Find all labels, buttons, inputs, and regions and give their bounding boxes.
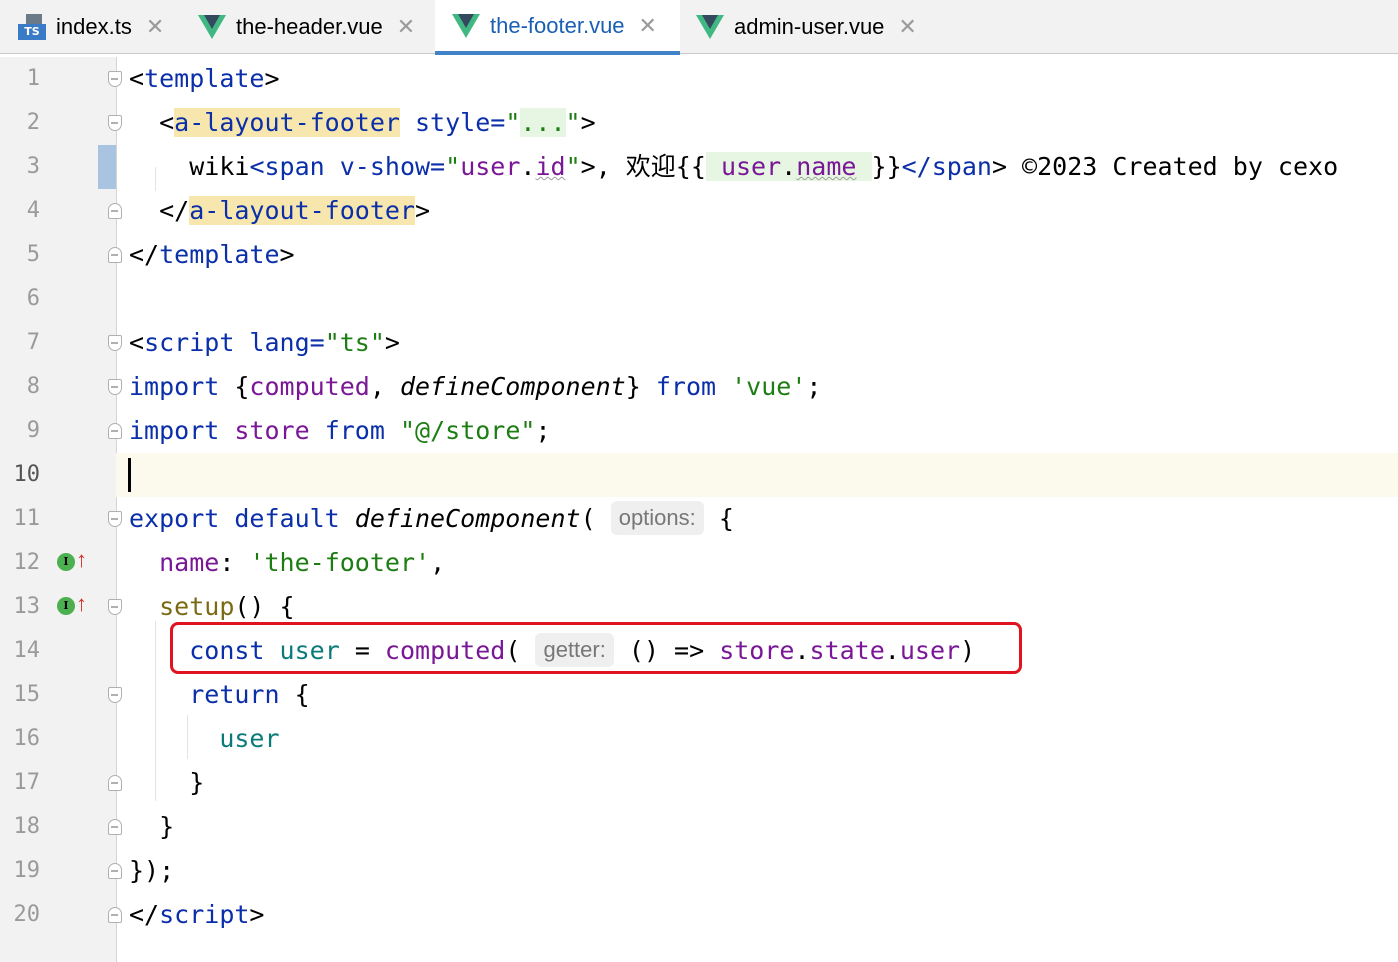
editor-tab-bar: TS index.ts ✕ the-header.vue ✕ the-foote… bbox=[0, 0, 1398, 55]
vue-file-icon bbox=[452, 13, 480, 38]
line-number: 20 bbox=[13, 902, 41, 927]
line-number: 15 bbox=[13, 682, 41, 707]
code-line-4: 4 </a-layout-footer> bbox=[0, 189, 1398, 233]
code-line-8: 8 import {computed, defineComponent} fro… bbox=[0, 365, 1398, 409]
code-editor[interactable]: 1 <template> 2 <a-layout-footer style=".… bbox=[0, 57, 1398, 962]
fold-marker-icon[interactable] bbox=[108, 907, 122, 923]
folded-attribute[interactable]: ... bbox=[520, 108, 566, 137]
code-line-20: 20 </script> bbox=[0, 893, 1398, 937]
code-line-3: 3 wiki<span v-show="user.id">, 欢迎{{ user… bbox=[0, 145, 1398, 189]
parameter-hint: options: bbox=[610, 501, 704, 535]
code-line-5: 5 </template> bbox=[0, 233, 1398, 277]
line-number: 16 bbox=[13, 726, 41, 751]
fold-marker-icon[interactable] bbox=[108, 775, 122, 791]
vue-file-icon bbox=[696, 15, 724, 39]
line-number: 9 bbox=[26, 418, 40, 443]
line-number: 7 bbox=[26, 330, 40, 355]
code-line-11: 11 export default defineComponent( optio… bbox=[0, 497, 1398, 541]
tab-index-ts[interactable]: TS index.ts ✕ bbox=[18, 0, 164, 54]
tab-the-footer-vue[interactable]: the-footer.vue ✕ bbox=[435, 0, 680, 55]
line-number: 12 bbox=[13, 550, 41, 575]
code-line-17: 17 } bbox=[0, 761, 1398, 805]
code-line-2: 2 <a-layout-footer style="..."> bbox=[0, 101, 1398, 145]
line-number: 13 bbox=[13, 594, 41, 619]
fold-marker-icon[interactable] bbox=[108, 687, 122, 703]
fold-marker-icon[interactable] bbox=[108, 863, 122, 879]
typescript-file-icon: TS bbox=[18, 12, 46, 42]
fold-marker-icon[interactable] bbox=[108, 115, 122, 131]
implements-icon[interactable]: I bbox=[57, 597, 75, 615]
code-line-16: 16 user bbox=[0, 717, 1398, 761]
line-number: 8 bbox=[26, 374, 40, 399]
vcs-change-marker[interactable] bbox=[98, 145, 116, 189]
vue-file-icon bbox=[198, 15, 226, 39]
fold-marker-icon[interactable] bbox=[108, 71, 122, 87]
line-number: 14 bbox=[13, 638, 41, 663]
line-number: 2 bbox=[26, 110, 40, 135]
close-icon[interactable]: ✕ bbox=[639, 13, 657, 39]
tab-label: the-header.vue bbox=[236, 14, 383, 39]
fold-marker-icon[interactable] bbox=[108, 511, 122, 527]
fold-marker-icon[interactable] bbox=[108, 335, 122, 351]
code-line-6: 6 bbox=[0, 277, 1398, 321]
line-number: 18 bbox=[13, 814, 41, 839]
tab-label: admin-user.vue bbox=[734, 14, 885, 39]
tab-admin-user-vue[interactable]: admin-user.vue ✕ bbox=[696, 0, 917, 54]
line-number: 3 bbox=[26, 154, 40, 179]
line-number: 6 bbox=[26, 286, 40, 311]
code-line-1: 1 <template> bbox=[0, 57, 1398, 101]
code-line-7: 7 <script lang="ts"> bbox=[0, 321, 1398, 365]
line-number: 11 bbox=[13, 506, 41, 531]
line-number: 1 bbox=[26, 66, 40, 91]
fold-marker-icon[interactable] bbox=[108, 247, 122, 263]
fold-marker-icon[interactable] bbox=[108, 599, 122, 615]
tab-label: index.ts bbox=[56, 14, 132, 39]
fold-marker-icon[interactable] bbox=[108, 379, 122, 395]
up-arrow-icon[interactable]: ↑ bbox=[76, 547, 87, 573]
fold-marker-icon[interactable] bbox=[108, 423, 122, 439]
code-line-19: 19 }); bbox=[0, 849, 1398, 893]
text-caret bbox=[128, 458, 131, 492]
fold-marker-icon[interactable] bbox=[108, 203, 122, 219]
line-number: 19 bbox=[13, 858, 41, 883]
line-number: 5 bbox=[26, 242, 40, 267]
close-icon[interactable]: ✕ bbox=[898, 14, 916, 40]
tab-label: the-footer.vue bbox=[490, 12, 625, 38]
tab-the-header-vue[interactable]: the-header.vue ✕ bbox=[198, 0, 415, 54]
line-number: 4 bbox=[26, 198, 40, 223]
implements-icon[interactable]: I bbox=[57, 553, 75, 571]
line-number-current: 10 bbox=[13, 462, 41, 487]
close-icon[interactable]: ✕ bbox=[397, 14, 415, 40]
code-line-10: 10 bbox=[0, 453, 1398, 497]
code-line-9: 9 import store from "@/store"; bbox=[0, 409, 1398, 453]
code-line-12: 12 I ↑ name: 'the-footer', bbox=[0, 541, 1398, 585]
fold-marker-icon[interactable] bbox=[108, 819, 122, 835]
line-number: 17 bbox=[13, 770, 41, 795]
code-line-15: 15 return { bbox=[0, 673, 1398, 717]
code-line-18: 18 } bbox=[0, 805, 1398, 849]
close-icon[interactable]: ✕ bbox=[146, 14, 164, 40]
highlight-annotation-box bbox=[170, 622, 1022, 674]
up-arrow-icon[interactable]: ↑ bbox=[76, 591, 87, 617]
